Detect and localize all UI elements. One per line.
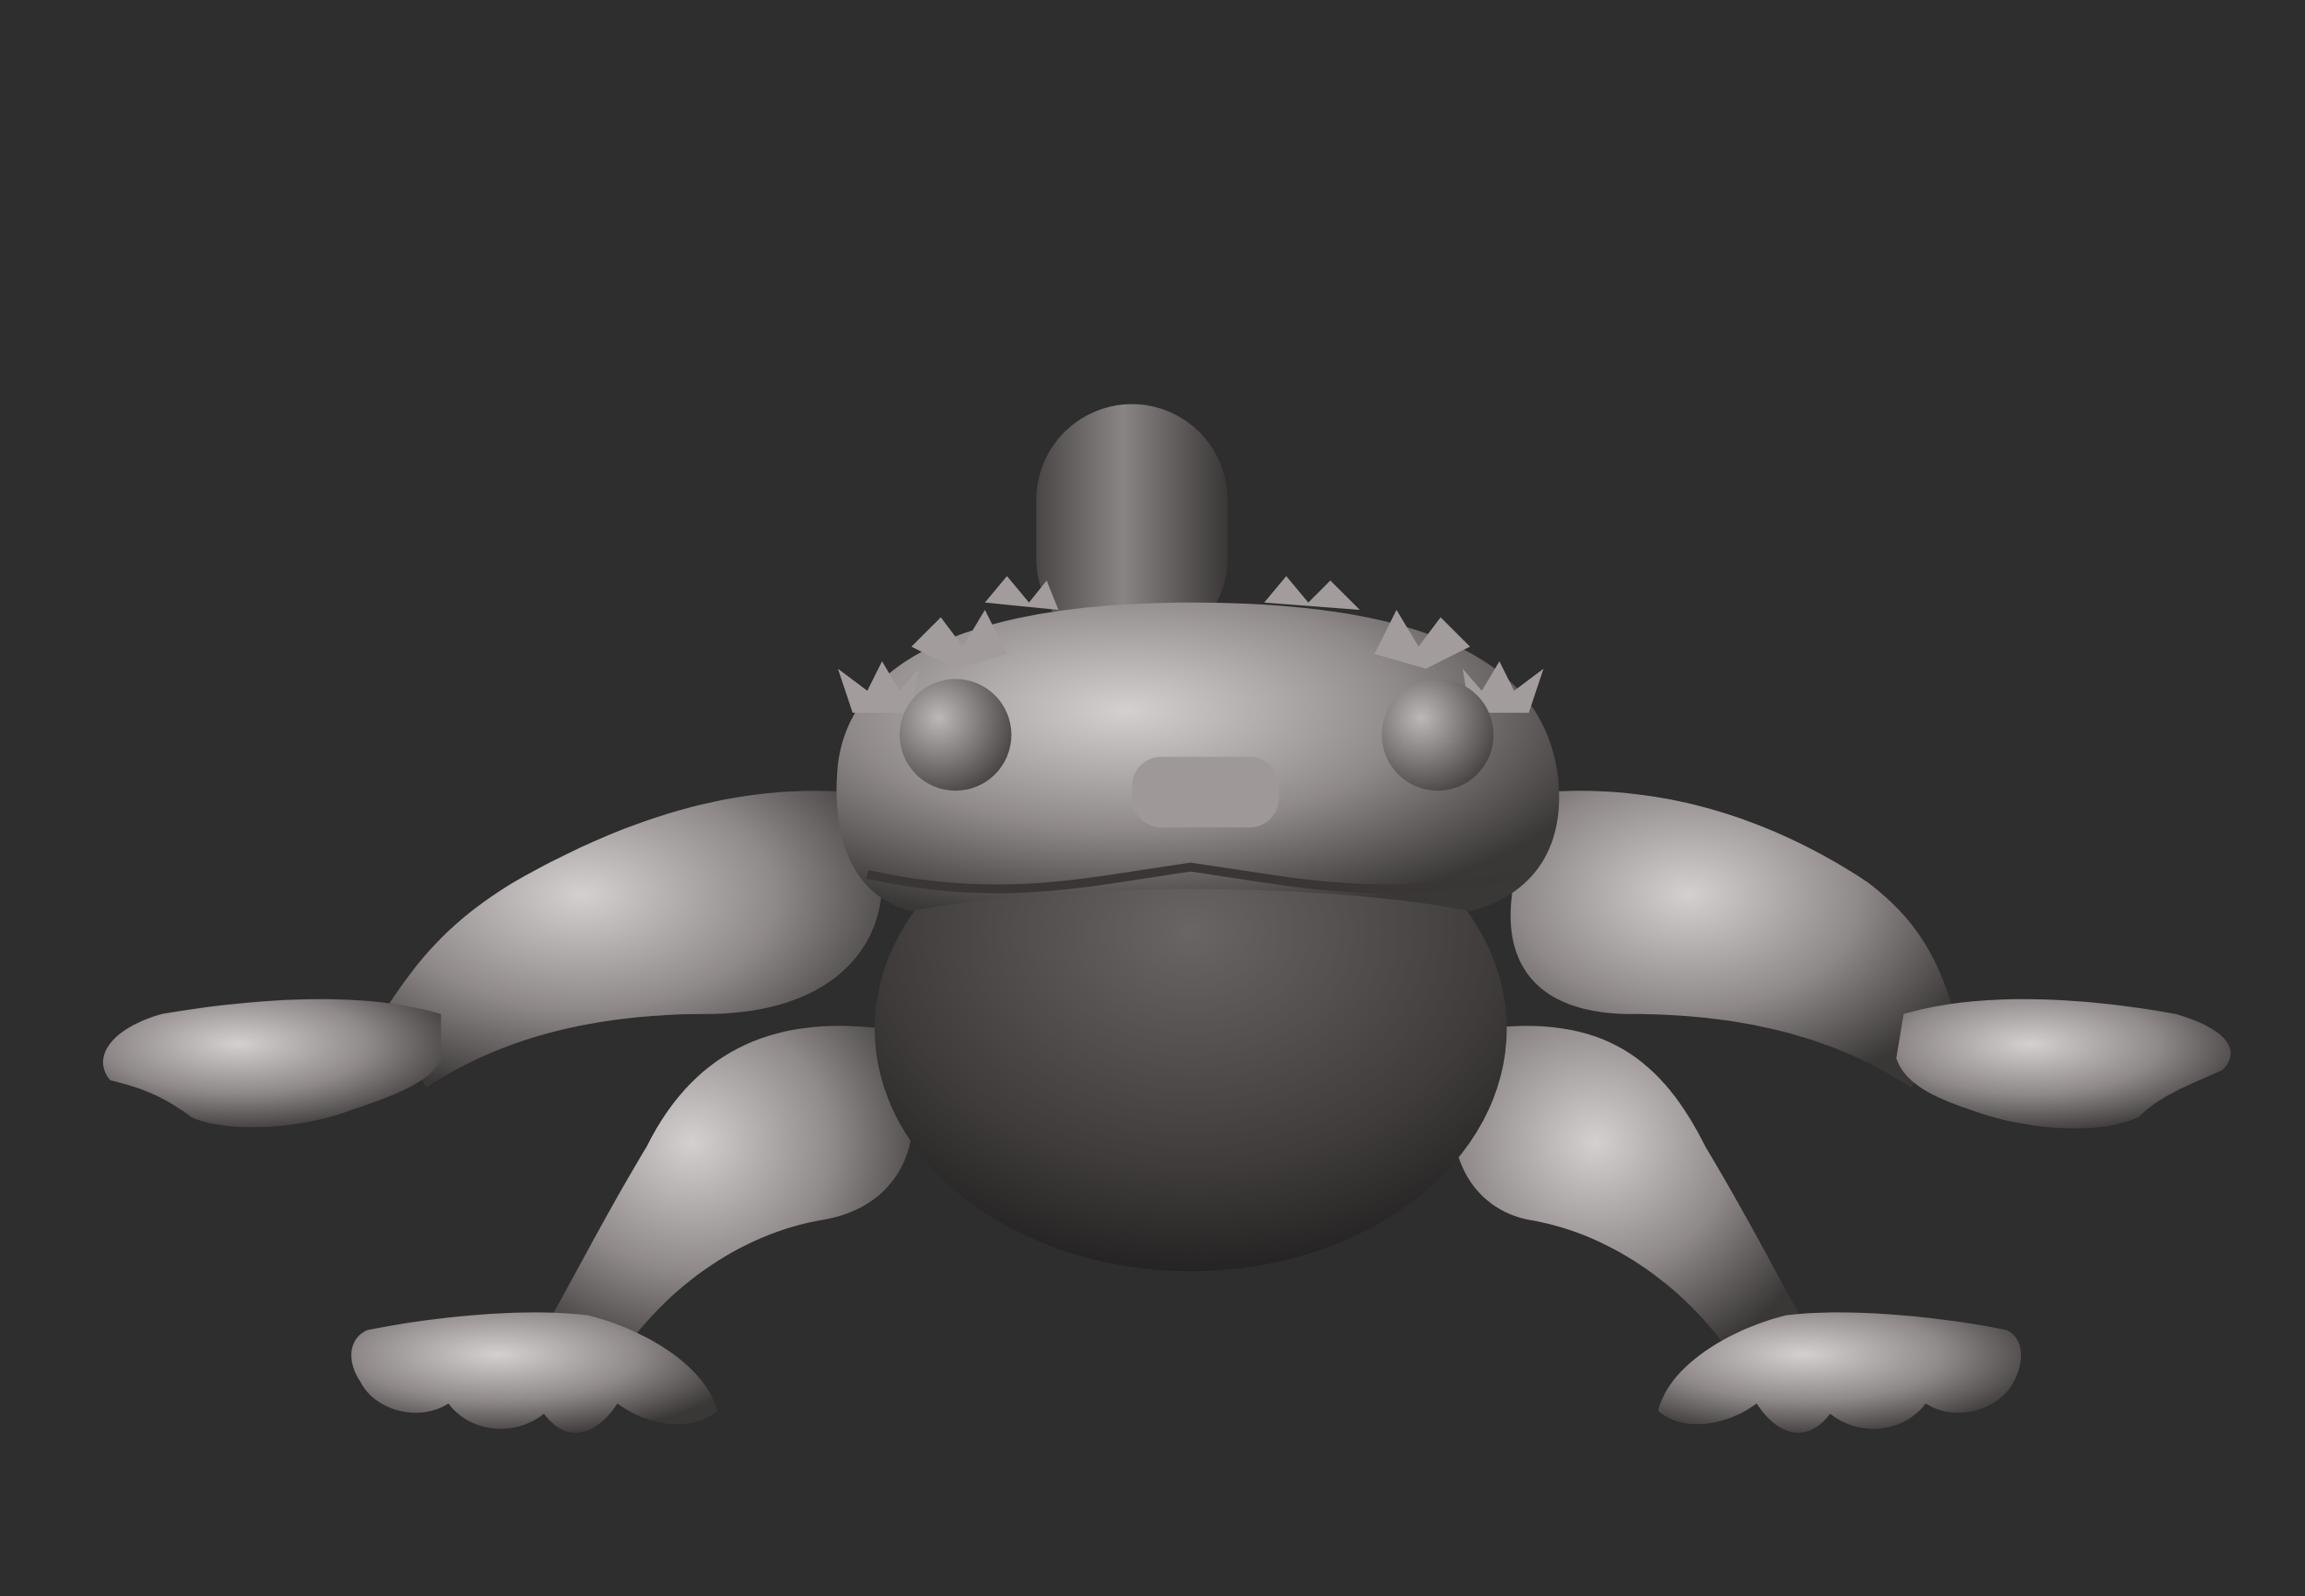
render-viewport [0, 0, 2305, 1596]
eye-left [899, 679, 1012, 791]
snout [1132, 757, 1279, 828]
eye-right [1381, 679, 1494, 791]
